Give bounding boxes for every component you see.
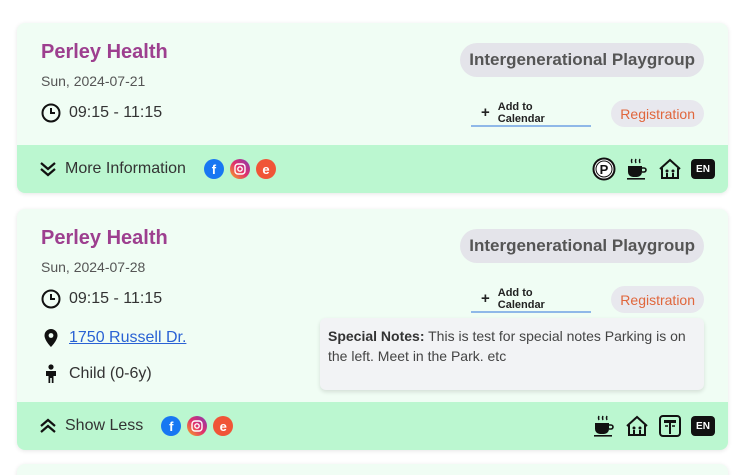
facebook-icon[interactable]: f [203, 159, 224, 179]
time-row: 09:15 - 11:15 [41, 103, 162, 123]
event-time: 09:15 - 11:15 [69, 104, 163, 121]
add-to-calendar-button[interactable]: + Add to Calendar [471, 286, 591, 313]
map-pin-icon [44, 329, 58, 347]
address-link[interactable]: 1750 Russell Dr. [69, 329, 186, 347]
eventbrite-icon[interactable]: e [255, 159, 276, 179]
add-to-calendar-label: Add to Calendar [497, 100, 545, 125]
category-tag: Intergenerational Playgroup [460, 43, 704, 77]
registration-button[interactable]: Registration [611, 100, 704, 127]
language-badge: EN [691, 416, 715, 436]
show-less-toggle[interactable]: Show Less f e [39, 416, 234, 436]
event-card: Perley Health Sun, 2024-07-28 09:15 - 11… [17, 209, 728, 450]
plus-icon: + [481, 290, 490, 307]
organization-name: Perley Health [41, 41, 168, 63]
event-date: Sun, 2024-07-28 [41, 259, 146, 275]
double-chevron-down-icon [40, 162, 56, 177]
coffee-icon [592, 414, 616, 438]
organization-name: Perley Health [41, 227, 168, 249]
svg-text:P: P [600, 162, 609, 177]
add-to-calendar-label: Add to Calendar [497, 286, 545, 311]
social-links: f e [161, 416, 234, 436]
family-home-icon [658, 157, 682, 181]
language-badge: EN [691, 159, 715, 179]
social-links: f e [203, 159, 276, 179]
event-card-footer: Show Less f e EN [17, 402, 728, 450]
child-icon [46, 364, 56, 383]
special-notes: Special Notes: This is test for special … [320, 318, 704, 390]
family-home-icon [625, 414, 649, 438]
more-information-label: More Information [65, 160, 186, 177]
category-tag: Intergenerational Playgroup [460, 229, 704, 263]
parking-icon: P [592, 157, 616, 181]
add-to-calendar-button[interactable]: + Add to Calendar [471, 100, 591, 127]
clock-icon [41, 103, 61, 123]
coffee-icon [625, 157, 649, 181]
event-card-footer: More Information f e P EN [17, 145, 728, 193]
show-less-label: Show Less [65, 417, 144, 434]
more-information-toggle[interactable]: More Information f e [39, 159, 276, 179]
accessible-washroom-icon [658, 414, 682, 438]
clock-icon [41, 289, 61, 309]
event-date: Sun, 2024-07-21 [41, 73, 146, 89]
special-notes-label: Special Notes: [328, 328, 425, 344]
eventbrite-icon[interactable]: e [213, 416, 234, 436]
age-group: Child (0-6y) [69, 365, 152, 382]
plus-icon: + [481, 104, 490, 121]
age-row: Child (0-6y) [41, 364, 152, 384]
amenities: EN [592, 414, 715, 438]
time-row: 09:15 - 11:15 [41, 289, 162, 309]
event-time: 09:15 - 11:15 [69, 290, 163, 307]
address-row: 1750 Russell Dr. [41, 328, 186, 348]
event-card [17, 464, 728, 475]
facebook-icon[interactable]: f [161, 416, 182, 436]
double-chevron-up-icon [40, 418, 56, 433]
instagram-icon[interactable] [229, 159, 250, 179]
registration-button[interactable]: Registration [611, 286, 704, 313]
amenities: P EN [592, 157, 715, 181]
event-card: Perley Health Sun, 2024-07-21 09:15 - 11… [17, 23, 728, 193]
instagram-icon[interactable] [187, 416, 208, 436]
